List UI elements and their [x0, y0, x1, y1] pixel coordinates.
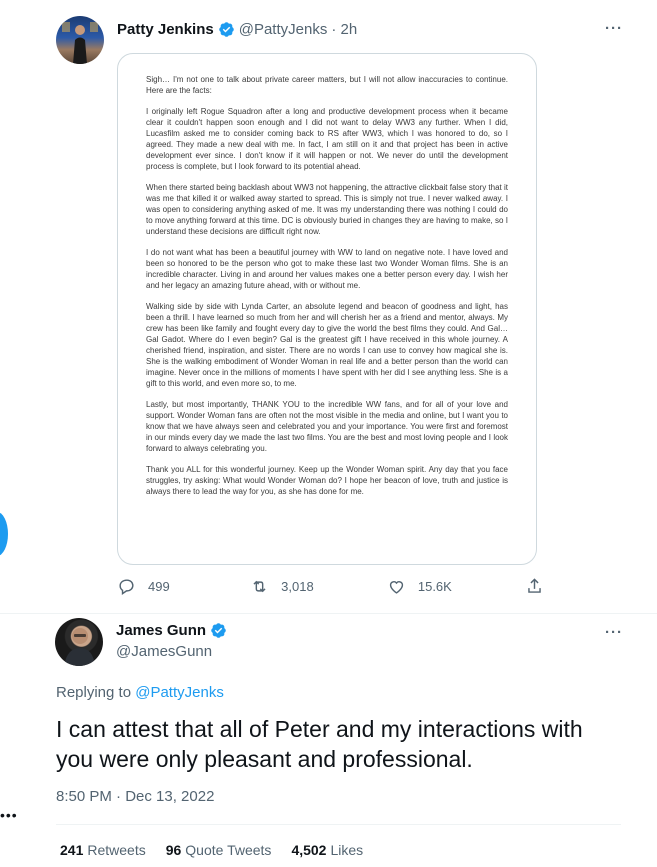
statement-paragraph: I originally left Rogue Squadron after a…	[146, 107, 508, 171]
partial-more-dots-icon[interactable]: •••	[0, 808, 18, 822]
retweet-button[interactable]: 3,018	[250, 577, 314, 596]
tweet-text: I can attest that all of Peter and my in…	[56, 716, 583, 772]
divider	[56, 824, 621, 825]
replying-prefix: Replying to	[56, 684, 132, 701]
quotes-label: Quote Tweets	[185, 842, 272, 858]
author-handle[interactable]: @PattyJenks	[239, 21, 328, 38]
avatar[interactable]	[55, 618, 103, 666]
retweet-count: 3,018	[281, 578, 314, 594]
statement-paragraph: Lastly, but most importantly, THANK YOU …	[146, 400, 508, 453]
like-icon	[389, 580, 404, 594]
statement-paragraph: Thank you ALL for this wonderful journey…	[146, 465, 508, 496]
verified-badge-icon	[210, 622, 227, 639]
reply-count: 499	[148, 578, 170, 594]
retweets-label: Retweets	[87, 842, 146, 858]
more-icon[interactable]: ···	[605, 625, 625, 640]
statement-paragraph: When there started being backlash about …	[146, 183, 508, 236]
likes-count: 4,502	[291, 842, 327, 858]
retweet-icon	[253, 580, 266, 592]
replying-to: Replying to @PattyJenks	[56, 684, 224, 701]
tweet-timestamp[interactable]: 8:50 PM · Dec 13, 2022	[56, 788, 214, 805]
tweet-image-statement[interactable]: Sigh… I'm not one to talk about private …	[117, 53, 537, 565]
share-icon	[528, 577, 541, 593]
author-name[interactable]: James Gunn	[116, 622, 206, 639]
likes-stat[interactable]: 4,502 Likes	[291, 842, 363, 858]
like-count: 15.6K	[417, 578, 452, 594]
tweet-header: Patty Jenkins @PattyJenks · 2h	[117, 19, 357, 39]
statement-paragraph: Sigh… I'm not one to talk about private …	[146, 75, 508, 95]
replying-to-link[interactable]: @PattyJenks	[135, 684, 224, 701]
quotes-stat[interactable]: 96 Quote Tweets	[166, 842, 272, 858]
tweet-patty-jenkins[interactable]: Patty Jenkins @PattyJenks · 2h ··· Sigh……	[0, 0, 657, 614]
tweet-stats: 241 Retweets 96 Quote Tweets 4,502 Likes	[60, 842, 363, 858]
more-icon[interactable]: ···	[605, 21, 625, 36]
like-button[interactable]: 15.6K	[387, 577, 452, 596]
likes-label: Likes	[330, 842, 364, 858]
author-handle[interactable]: @JamesGunn	[116, 643, 212, 660]
verified-badge-icon	[218, 21, 235, 38]
retweets-count: 241	[60, 842, 84, 858]
retweets-stat[interactable]: 241 Retweets	[60, 842, 146, 858]
reply-icon	[119, 578, 134, 595]
share-button[interactable]	[525, 577, 545, 596]
author-name-row: James Gunn	[116, 622, 227, 639]
tweet-actions: 499 3,018 15.6K	[117, 575, 545, 597]
statement-paragraph: Walking side by side with Lynda Carter, …	[146, 302, 508, 388]
avatar[interactable]	[56, 16, 104, 64]
statement-paragraph: I do not want what has been a beautiful …	[146, 248, 508, 290]
person-photo-icon	[64, 628, 95, 666]
person-photo-icon	[62, 22, 98, 64]
quotes-count: 96	[165, 842, 182, 858]
tweet-time[interactable]: · 2h	[331, 21, 357, 38]
author-name[interactable]: Patty Jenkins	[117, 21, 214, 38]
reply-button[interactable]: 499	[117, 577, 177, 596]
